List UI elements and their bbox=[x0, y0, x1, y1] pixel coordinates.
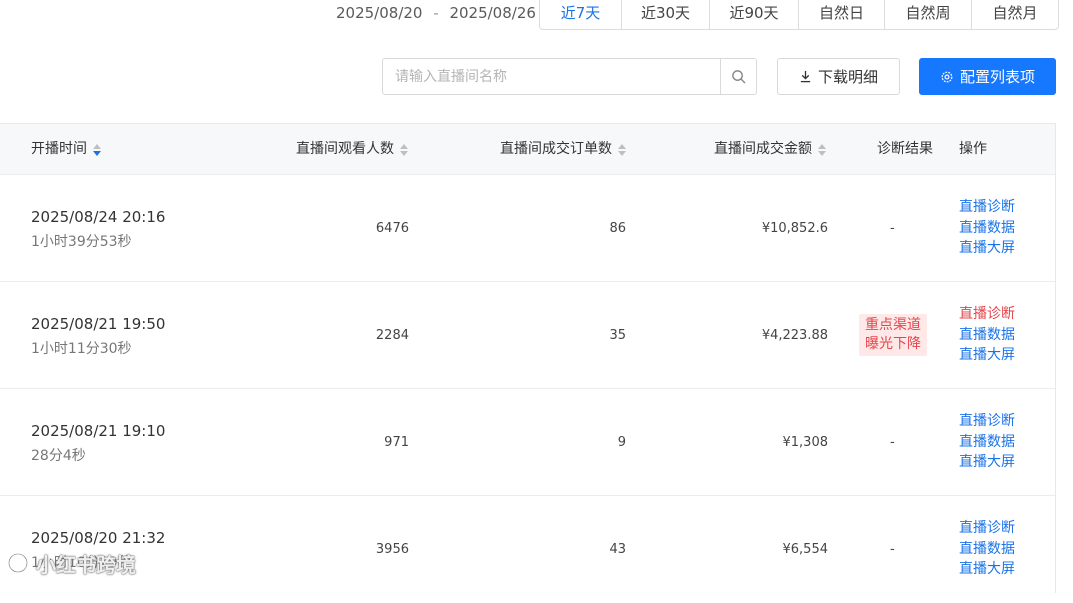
header-start-time[interactable]: 开播时间 bbox=[31, 124, 101, 175]
download-label: 下载明细 bbox=[817, 68, 878, 86]
duration: 1小时39分53秒 bbox=[31, 234, 132, 250]
duration: 28分4秒 bbox=[31, 448, 86, 464]
table-row: 2025/08/21 19:10 28分4秒 971 9 ¥1,308 - 直播… bbox=[0, 389, 1055, 496]
date-range-separator: - bbox=[433, 4, 439, 22]
header-ops: 操作 bbox=[959, 141, 987, 157]
live-data-link[interactable]: 直播数据 bbox=[959, 325, 1015, 346]
table-row: 2025/08/20 21:32 1小时10分29秒 3956 43 ¥6,55… bbox=[0, 496, 1055, 603]
diagnosis-alert-line: 曝光下降 bbox=[865, 336, 921, 352]
sort-icon[interactable] bbox=[618, 143, 626, 156]
viewers-value: 3956 bbox=[375, 542, 409, 557]
date-range-start: 2025/08/20 bbox=[336, 4, 423, 22]
orders-value: 35 bbox=[609, 328, 626, 343]
row-actions: 直播诊断 直播数据 直播大屏 bbox=[959, 197, 1015, 259]
row-actions: 直播诊断 直播数据 直播大屏 bbox=[959, 411, 1015, 473]
gmv-value: ¥1,308 bbox=[782, 435, 829, 450]
diagnosis-value: - bbox=[890, 435, 895, 450]
live-diagnosis-link[interactable]: 直播诊断 bbox=[959, 304, 1015, 325]
sort-icon[interactable] bbox=[400, 143, 408, 156]
orders-value: 9 bbox=[617, 435, 626, 450]
sort-desc-icon[interactable] bbox=[93, 143, 101, 156]
period-day[interactable]: 自然日 bbox=[799, 0, 885, 29]
search-button[interactable] bbox=[720, 59, 756, 94]
table-header: 开播时间 直播间观看人数 直播间成交订单数 直播间成交金额 诊断结果 操作 bbox=[0, 124, 1055, 175]
gmv-value: ¥4,223.88 bbox=[761, 328, 828, 343]
room-search bbox=[382, 58, 757, 95]
live-screen-link[interactable]: 直播大屏 bbox=[959, 238, 1015, 259]
table-row: 2025/08/21 19:50 1小时11分30秒 2284 35 ¥4,22… bbox=[0, 282, 1055, 389]
date-range-end: 2025/08/26 bbox=[449, 4, 536, 22]
live-data-link[interactable]: 直播数据 bbox=[959, 432, 1015, 453]
live-screen-link[interactable]: 直播大屏 bbox=[959, 345, 1015, 366]
search-icon bbox=[732, 70, 746, 84]
table-row: 2025/08/24 20:16 1小时39分53秒 6476 86 ¥10,8… bbox=[0, 175, 1055, 282]
diagnosis-alert-line: 重点渠道 bbox=[865, 317, 921, 333]
start-time: 2025/08/21 19:10 bbox=[31, 422, 166, 440]
sort-icon[interactable] bbox=[818, 143, 826, 156]
header-orders[interactable]: 直播间成交订单数 bbox=[500, 124, 626, 175]
diagnosis-value: - bbox=[890, 542, 895, 557]
live-data-link[interactable]: 直播数据 bbox=[959, 218, 1015, 239]
header-gmv[interactable]: 直播间成交金额 bbox=[714, 124, 826, 175]
gmv-value: ¥10,852.6 bbox=[761, 221, 828, 236]
period-week[interactable]: 自然周 bbox=[885, 0, 972, 29]
header-viewers[interactable]: 直播间观看人数 bbox=[296, 124, 408, 175]
start-time: 2025/08/24 20:16 bbox=[31, 208, 166, 226]
start-time: 2025/08/20 21:32 bbox=[31, 529, 166, 547]
start-time: 2025/08/21 19:50 bbox=[31, 315, 166, 333]
live-screen-link[interactable]: 直播大屏 bbox=[959, 452, 1015, 473]
live-data-link[interactable]: 直播数据 bbox=[959, 539, 1015, 560]
live-diagnosis-link[interactable]: 直播诊断 bbox=[959, 411, 1015, 432]
download-icon bbox=[800, 70, 811, 83]
gear-icon bbox=[941, 71, 953, 82]
period-7d[interactable]: 近7天 bbox=[540, 0, 622, 29]
live-screen-link[interactable]: 直播大屏 bbox=[959, 559, 1015, 580]
download-detail-button[interactable]: 下载明细 bbox=[777, 58, 900, 95]
date-range[interactable]: 2025/08/20 - 2025/08/26 bbox=[336, 0, 536, 30]
gmv-value: ¥6,554 bbox=[782, 542, 829, 557]
viewers-value: 6476 bbox=[375, 221, 409, 236]
watermark-logo-icon bbox=[7, 552, 29, 574]
header-start-time-label: 开播时间 bbox=[31, 141, 87, 157]
viewers-value: 971 bbox=[384, 435, 409, 450]
row-actions: 直播诊断 直播数据 直播大屏 bbox=[959, 304, 1015, 366]
period-90d[interactable]: 近90天 bbox=[710, 0, 799, 29]
search-input[interactable] bbox=[383, 59, 720, 94]
header-orders-label: 直播间成交订单数 bbox=[500, 141, 612, 157]
diagnosis-alert-badge: 重点渠道 曝光下降 bbox=[859, 314, 927, 356]
diagnosis-value: - bbox=[890, 221, 895, 236]
orders-value: 43 bbox=[609, 542, 626, 557]
orders-value: 86 bbox=[609, 221, 626, 236]
live-diagnosis-link[interactable]: 直播诊断 bbox=[959, 518, 1015, 539]
period-month[interactable]: 自然月 bbox=[972, 0, 1058, 29]
header-gmv-label: 直播间成交金额 bbox=[714, 141, 812, 157]
header-diagnosis: 诊断结果 bbox=[877, 141, 933, 157]
live-diagnosis-link[interactable]: 直播诊断 bbox=[959, 197, 1015, 218]
live-sessions-table: 开播时间 直播间观看人数 直播间成交订单数 直播间成交金额 诊断结果 操作 20… bbox=[0, 123, 1056, 593]
period-selector: 近7天 近30天 近90天 自然日 自然周 自然月 bbox=[539, 0, 1059, 30]
header-viewers-label: 直播间观看人数 bbox=[296, 141, 394, 157]
watermark-text: 小红书跨境 bbox=[36, 552, 136, 577]
viewers-value: 2284 bbox=[375, 328, 409, 343]
configure-columns-button[interactable]: 配置列表项 bbox=[919, 58, 1056, 95]
config-label: 配置列表项 bbox=[959, 68, 1035, 86]
duration: 1小时11分30秒 bbox=[31, 341, 132, 357]
period-30d[interactable]: 近30天 bbox=[622, 0, 710, 29]
watermark: 小红书跨境 bbox=[6, 548, 136, 578]
row-actions: 直播诊断 直播数据 直播大屏 bbox=[959, 518, 1015, 580]
